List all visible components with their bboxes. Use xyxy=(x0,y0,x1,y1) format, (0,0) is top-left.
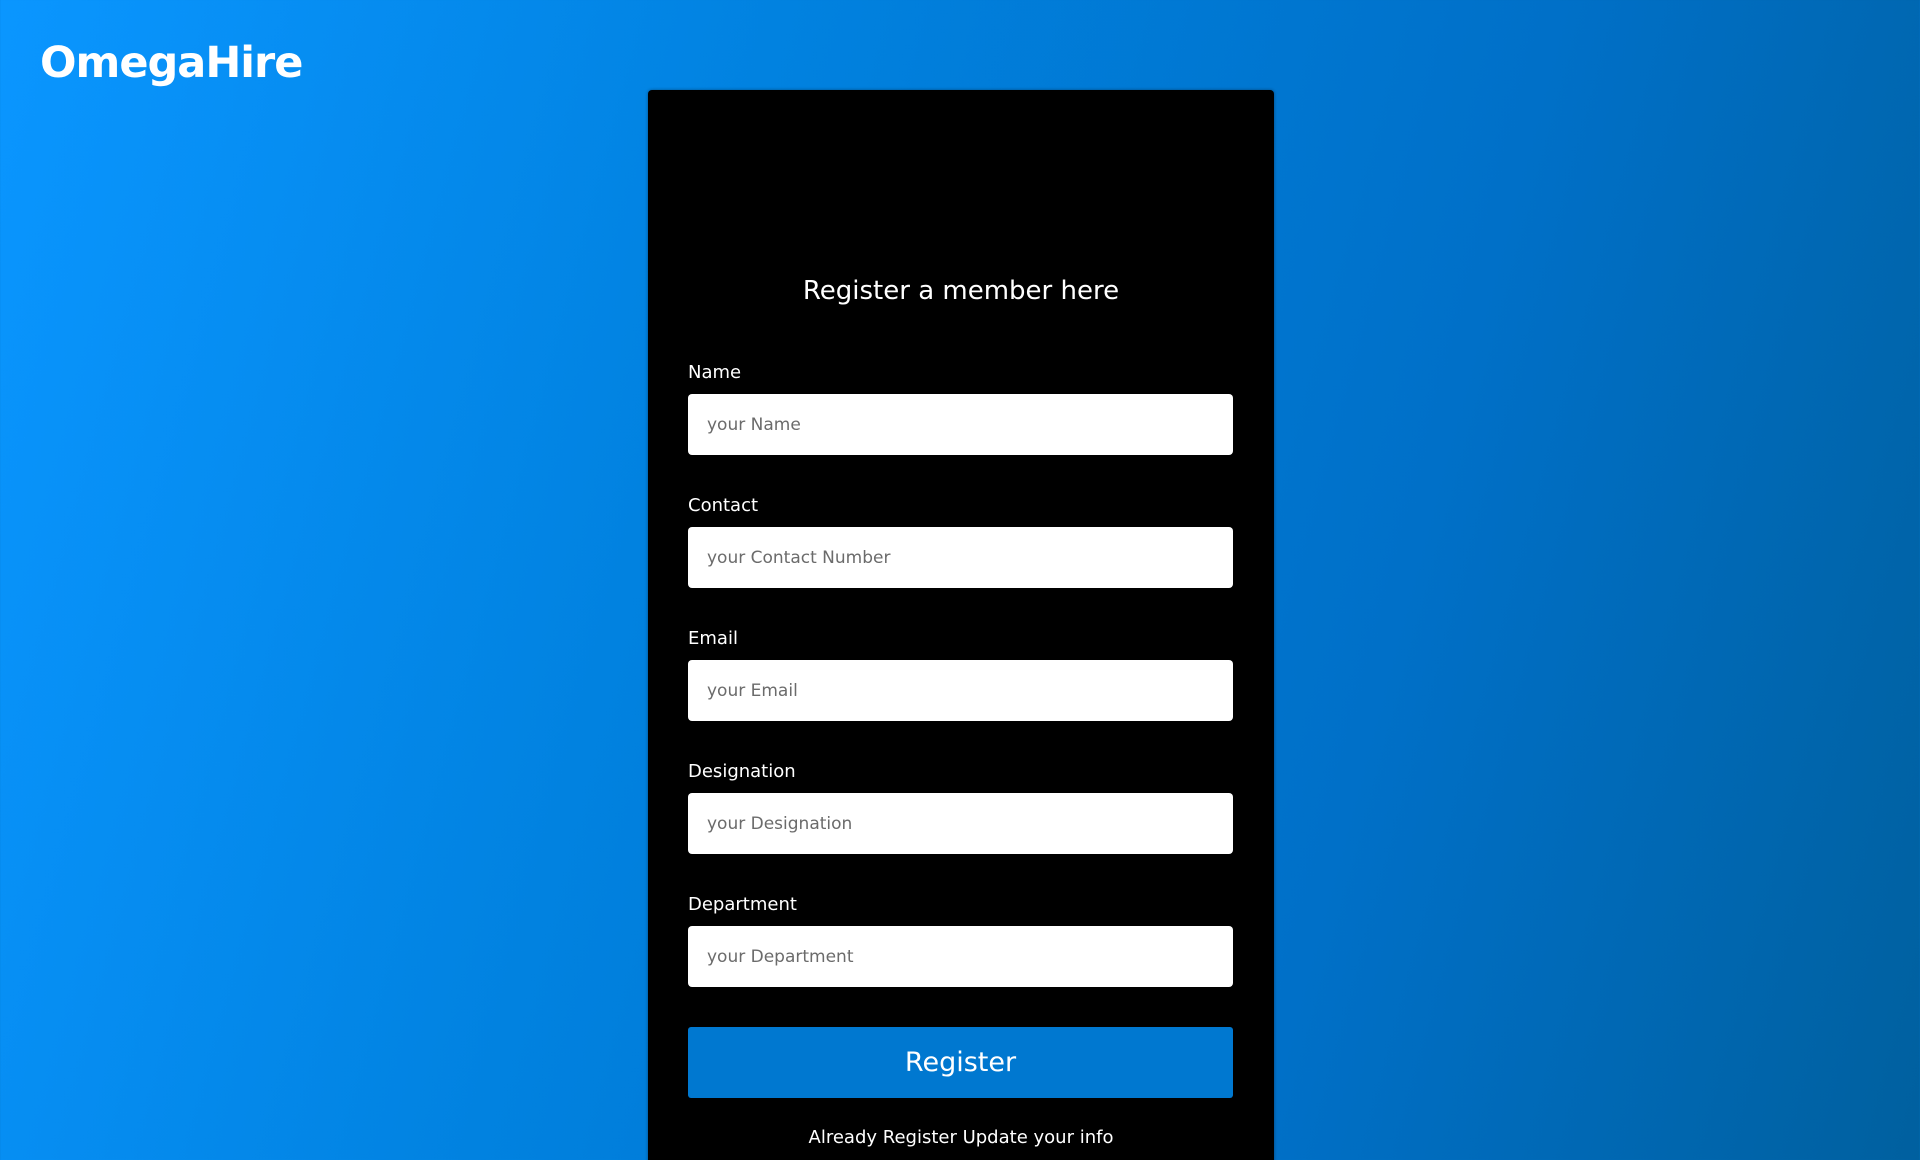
contact-field-group: Contact xyxy=(688,495,1233,588)
omegahire-logo[interactable]: OmegaHire xyxy=(40,38,303,88)
designation-input[interactable] xyxy=(688,793,1233,854)
name-field-group: Name xyxy=(688,362,1233,455)
name-input[interactable] xyxy=(688,394,1233,455)
designation-label: Designation xyxy=(688,761,796,782)
name-label: Name xyxy=(688,362,742,383)
department-input[interactable] xyxy=(688,926,1233,987)
email-input[interactable] xyxy=(688,660,1233,721)
email-label: Email xyxy=(688,628,738,649)
register-button[interactable]: Register xyxy=(688,1027,1233,1098)
update-info-link[interactable]: Already Register Update your info xyxy=(648,1127,1274,1148)
department-field-group: Department xyxy=(688,894,1233,987)
register-form-card: Register a member here Name Contact Emai… xyxy=(648,90,1274,1160)
form-title: Register a member here xyxy=(802,276,1120,306)
contact-input[interactable] xyxy=(688,527,1233,588)
department-label: Department xyxy=(688,894,797,915)
contact-label: Contact xyxy=(688,495,759,516)
email-field-group: Email xyxy=(688,628,1233,721)
designation-field-group: Designation xyxy=(688,761,1233,854)
